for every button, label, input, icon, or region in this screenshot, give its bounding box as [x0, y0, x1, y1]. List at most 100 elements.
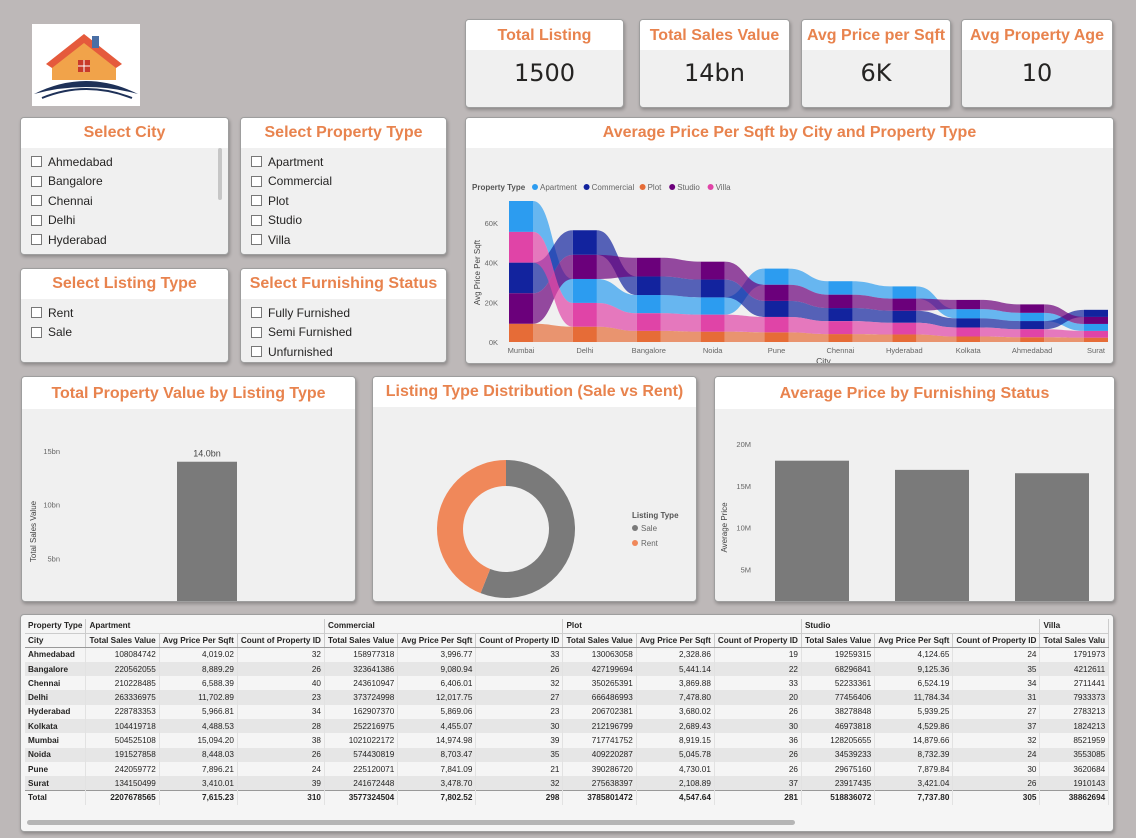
logo: [32, 24, 140, 106]
table-cell: 9,080.94: [397, 661, 477, 677]
slicer-option-unfurnished[interactable]: Unfurnished: [251, 342, 436, 362]
slicer-option-fully-furnished[interactable]: Fully Furnished: [251, 303, 436, 323]
checkbox[interactable]: [251, 326, 262, 338]
checkbox[interactable]: [31, 156, 42, 168]
checkbox[interactable]: [31, 214, 42, 226]
legend-label-villa: Villa: [716, 183, 732, 192]
chart-title: Listing Type Distribution (Sale vs Rent): [373, 377, 696, 407]
table-cell: 8,919.15: [636, 733, 715, 748]
slicer-option-bangalore[interactable]: Bangalore: [31, 172, 218, 192]
checkbox[interactable]: [251, 346, 262, 358]
bar-segment-plot: [572, 326, 597, 342]
bar-segment-commercial: [956, 318, 981, 328]
column-group-header-villa[interactable]: Villa: [1039, 619, 1110, 634]
column-header-metric[interactable]: Total Sales Value: [85, 633, 160, 649]
column-header-metric[interactable]: Avg Price Per Sqft: [636, 633, 715, 649]
table-cell: 7933373: [1039, 690, 1110, 705]
column-header-metric[interactable]: Avg Price Per Sqft: [159, 633, 238, 649]
checkbox[interactable]: [251, 195, 262, 207]
table-cell: 19: [714, 647, 802, 662]
column-header-metric[interactable]: Count of Property ID: [475, 633, 564, 649]
slicer-option-apartment[interactable]: Apartment: [251, 152, 436, 172]
column-header-metric[interactable]: Total Sales Valu: [1039, 633, 1110, 649]
slicer-option-semi-furnished[interactable]: Semi Furnished: [251, 323, 436, 343]
table-cell: 427199694: [562, 661, 637, 677]
table-row[interactable]: Noida 191527858 8,448.03 26 574430819 8,703.4…: [25, 747, 1110, 762]
slicer-option-ahmedabad[interactable]: Ahmedabad: [31, 152, 218, 172]
slicer-option-chennai[interactable]: Chennai: [31, 191, 218, 211]
table-row[interactable]: Delhi 263336975 11,702.89 23 373724998 12,017…: [25, 690, 1110, 705]
table-cell: 4,730.01: [636, 761, 715, 777]
ribbon-villa: [852, 321, 893, 335]
y-tick-label: 10M: [736, 524, 751, 533]
column-group-header-plot[interactable]: Plot: [562, 619, 802, 634]
column-header-metric[interactable]: Count of Property ID: [237, 633, 325, 649]
table-cell: 29675160: [801, 761, 876, 777]
table-cell: 34: [237, 704, 325, 720]
checkbox[interactable]: [251, 175, 262, 187]
table-row[interactable]: Bangalore 220562055 8,889.29 26 323641386 9,0…: [25, 661, 1110, 677]
column-group-header-corner[interactable]: Property Type: [25, 619, 87, 634]
legend-label-sale: Sale: [641, 524, 658, 533]
checkbox[interactable]: [31, 234, 42, 246]
bar-segment-plot: [956, 336, 981, 342]
bar-segment-studio: [828, 294, 853, 309]
slicer-option-studio[interactable]: Studio: [251, 211, 436, 231]
slicer-option-rent[interactable]: Rent: [31, 303, 218, 323]
table-cell: 14,974.98: [397, 733, 477, 748]
column-group-header-apartment[interactable]: Apartment: [85, 619, 325, 634]
table-cell: 11,702.89: [159, 690, 238, 705]
checkbox[interactable]: [251, 307, 262, 319]
column-header-metric[interactable]: Avg Price Per Sqft: [397, 633, 477, 649]
slicer-option-commercial[interactable]: Commercial: [251, 172, 436, 192]
bar-segment-studio: [509, 293, 533, 324]
slicer-option-hyderabad[interactable]: Hyderabad: [31, 230, 218, 250]
column-header-metric[interactable]: Count of Property ID: [952, 633, 1041, 649]
table-row[interactable]: Chennai 210228485 6,588.39 40 243610947 6,406…: [25, 676, 1110, 691]
table-row[interactable]: Pune 242059772 7,896.21 24 225120071 7,841.09…: [25, 761, 1110, 777]
slicer-option-villa[interactable]: Villa: [251, 230, 436, 250]
checkbox[interactable]: [31, 175, 42, 187]
y-tick-label: 20M: [736, 440, 751, 449]
table-cell: 24: [952, 647, 1041, 662]
table-cell: 206702381: [562, 704, 637, 720]
checkbox[interactable]: [251, 156, 262, 168]
listing-value-bar-chart[interactable]: 0bn5bn10bn15bnTotal Sales ValueSale14.0b…: [22, 409, 356, 602]
y-tick-label: 5bn: [47, 554, 60, 563]
column-header-metric[interactable]: Total Sales Value: [324, 633, 399, 649]
ribbon-chart[interactable]: Property Type Apartment Commercial Plot Stud…: [466, 148, 1114, 364]
bar-segment-villa: [700, 314, 725, 332]
slicer-scrollbar[interactable]: [218, 148, 222, 200]
checkbox[interactable]: [251, 214, 262, 226]
slicer-option-delhi[interactable]: Delhi: [31, 211, 218, 231]
chart-title: Average Price by Furnishing Status: [715, 377, 1114, 409]
matrix-viewport: Property Type Apartment Commercial Plot Stud…: [25, 619, 1113, 805]
checkbox[interactable]: [31, 195, 42, 207]
table-cell: 6,524.19: [874, 676, 954, 691]
table-cell: 7,841.09: [397, 761, 477, 777]
option-label: Bangalore: [48, 174, 103, 189]
column-header-metric[interactable]: Total Sales Value: [562, 633, 637, 649]
listing-distribution-donut-chart[interactable]: Listing Type Sale Rent: [373, 407, 697, 602]
row-header-city[interactable]: City: [25, 633, 87, 649]
total-row[interactable]: Total 2207678565 7,615.23 310 3577324504 7,80…: [25, 790, 1110, 805]
column-group-header-studio[interactable]: Studio: [801, 619, 1041, 634]
table-row[interactable]: Hyderabad 228783353 5,966.81 34 162907370 5,8…: [25, 704, 1110, 720]
column-header-metric[interactable]: Avg Price Per Sqft: [874, 633, 954, 649]
checkbox[interactable]: [31, 326, 42, 338]
column-group-header-commercial[interactable]: Commercial: [324, 619, 564, 634]
table-cell: 130063058: [562, 647, 637, 662]
table-row[interactable]: Kolkata 104419718 4,488.53 28 252216975 4,455…: [25, 719, 1110, 734]
table-row[interactable]: Ahmedabad 108084742 4,019.02 32 158977318 3,9…: [25, 647, 1110, 662]
column-header-metric[interactable]: Count of Property ID: [714, 633, 802, 649]
table-row[interactable]: Surat 134150499 3,410.01 39 241672448 3,478.7…: [25, 776, 1110, 791]
checkbox[interactable]: [251, 234, 262, 246]
slicer-option-sale[interactable]: Sale: [31, 323, 218, 343]
table-cell: 574430819: [324, 747, 399, 762]
slicer-option-plot[interactable]: Plot: [251, 191, 436, 211]
horizontal-scrollbar[interactable]: [27, 820, 795, 825]
table-row[interactable]: Mumbai 504525108 15,094.20 38 1021022172 14,9…: [25, 733, 1110, 748]
furnishing-price-bar-chart[interactable]: 0M5M10M15M20MAverage PriceFully Furnishe…: [715, 409, 1115, 602]
checkbox[interactable]: [31, 307, 42, 319]
column-header-metric[interactable]: Total Sales Value: [801, 633, 876, 649]
